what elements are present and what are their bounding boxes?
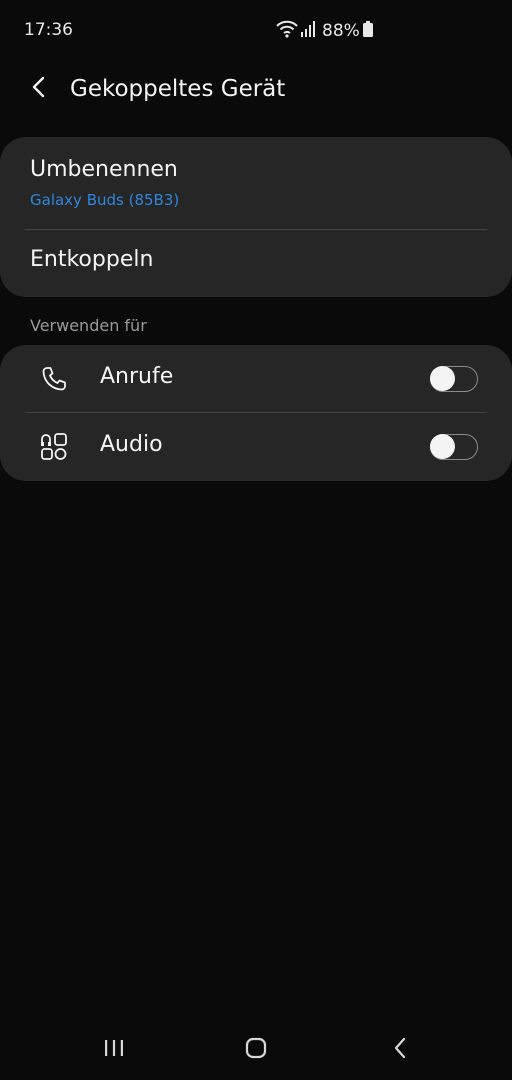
back-nav-button[interactable] <box>382 1034 418 1066</box>
page-title: Gekoppeltes Gerät <box>70 76 286 102</box>
header: Gekoppeltes Gerät <box>0 60 512 118</box>
rename-row[interactable]: Umbenennen Galaxy Buds (85B3) <box>0 137 512 229</box>
status-icons: 88% <box>276 19 373 43</box>
wifi-icon <box>276 19 298 43</box>
battery-icon <box>362 21 373 41</box>
toggle-row-audio[interactable]: Audio <box>0 413 512 480</box>
battery-percent: 88% <box>322 21 360 41</box>
signal-icon <box>301 21 315 41</box>
recent-apps-button[interactable] <box>96 1034 132 1066</box>
audio-label: Audio <box>100 432 163 457</box>
audio-toggle-knob <box>430 434 455 459</box>
section-header-use-for: Verwenden für <box>30 316 147 335</box>
status-time: 17:36 <box>24 20 73 40</box>
device-name: Galaxy Buds (85B3) <box>30 191 180 209</box>
home-button[interactable] <box>238 1034 274 1066</box>
phone-icon <box>38 363 70 395</box>
back-button[interactable] <box>22 72 56 106</box>
unpair-label: Entkoppeln <box>30 247 154 272</box>
rename-label: Umbenennen <box>30 157 178 182</box>
use-for-card: Anrufe Audio <box>0 345 512 481</box>
audio-toggle[interactable] <box>430 434 478 460</box>
calls-toggle-knob <box>430 366 455 391</box>
recent-apps-icon <box>103 1038 125 1062</box>
back-icon <box>392 1037 408 1063</box>
device-card: Umbenennen Galaxy Buds (85B3) Entkoppeln <box>0 137 512 297</box>
home-icon <box>244 1036 268 1064</box>
navigation-bar <box>0 1020 512 1080</box>
toggle-row-calls[interactable]: Anrufe <box>0 345 512 412</box>
back-arrow-icon <box>31 76 47 102</box>
media-icon <box>38 431 70 463</box>
unpair-row[interactable]: Entkoppeln <box>0 230 512 297</box>
calls-label: Anrufe <box>100 364 174 389</box>
status-bar: 17:36 88% <box>0 0 512 64</box>
calls-toggle[interactable] <box>430 366 478 392</box>
